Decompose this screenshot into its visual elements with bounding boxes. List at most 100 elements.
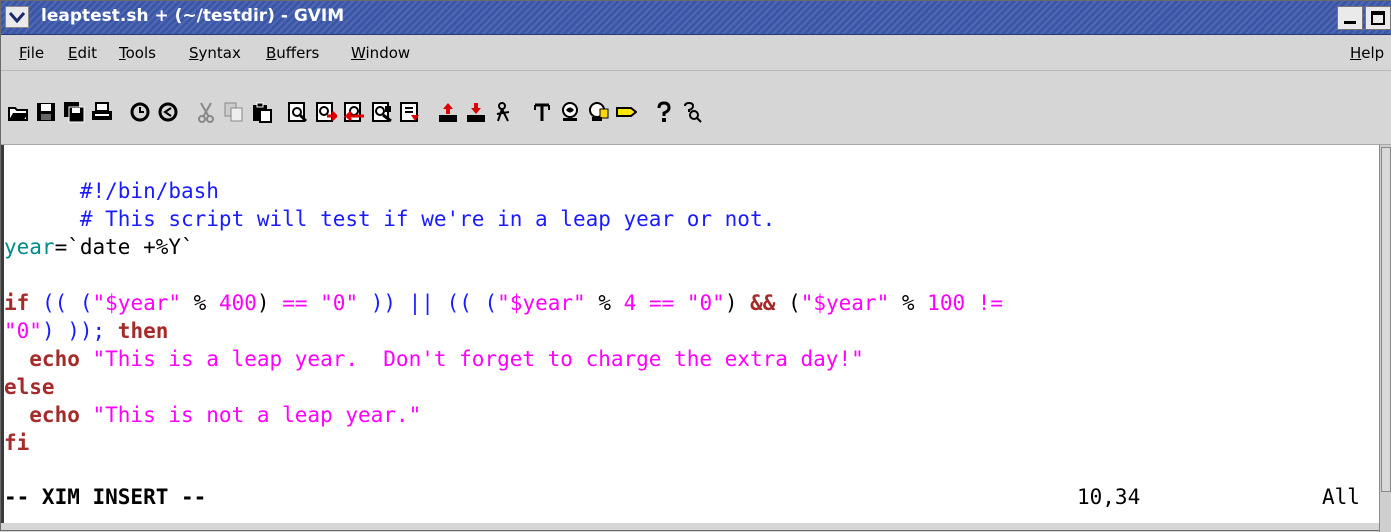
keyword-echo: echo	[4, 347, 80, 371]
code-line-6: if (( ("$year" % 400) == "0" )) || (( ("…	[4, 289, 1003, 317]
code-line-9: else	[4, 373, 55, 401]
vertical-scrollbar[interactable]	[1379, 145, 1391, 532]
minimize-button[interactable]	[1337, 6, 1363, 30]
code-line-4: year=`date +%Y`	[4, 233, 194, 261]
code-token: )	[724, 291, 751, 315]
keyword-if: if	[4, 291, 30, 315]
scrollbar-thumb[interactable]	[1381, 147, 1391, 492]
keyword-echo: echo	[4, 403, 80, 427]
open-icon	[8, 107, 28, 121]
copy-icon	[224, 102, 243, 122]
replace-button[interactable]	[371, 101, 393, 123]
make-icon	[496, 102, 510, 122]
code-line-2: # This script will test if we're in a le…	[4, 177, 775, 231]
build-tags-button[interactable]	[531, 101, 553, 123]
code-line-11: fi	[4, 429, 29, 457]
make-button[interactable]	[493, 101, 515, 123]
variable-name: year	[4, 235, 55, 259]
maximize-icon	[1371, 11, 1385, 25]
window-menu-button[interactable]	[5, 6, 29, 28]
code-token: "$year"	[800, 291, 890, 315]
menu-tools[interactable]: Tools	[119, 44, 156, 62]
tag-button[interactable]	[615, 101, 637, 123]
open-button[interactable]	[7, 101, 29, 123]
find-help-icon	[684, 101, 702, 123]
undo-icon	[130, 102, 150, 122]
copy-button[interactable]	[223, 101, 245, 123]
find-next-icon	[316, 102, 337, 122]
code-token: &&	[750, 291, 776, 315]
toolbar	[1, 71, 1391, 145]
save-button[interactable]	[35, 101, 57, 123]
code-token: ==	[282, 291, 308, 315]
code-token: (( (	[29, 291, 93, 315]
code-token: "0"	[4, 319, 42, 343]
find-prev-button[interactable]	[343, 101, 365, 123]
title-bar[interactable]: leaptest.sh + (~/testdir) - GVIM	[1, 1, 1391, 35]
print-icon	[92, 102, 112, 120]
cursor-position: 10,34	[1077, 485, 1141, 509]
script-comment: # This script will test if we're in a le…	[79, 207, 776, 231]
window-title: leaptest.sh + (~/testdir) - GVIM	[41, 6, 345, 26]
save-all-icon	[64, 102, 85, 123]
find-prev-icon	[343, 102, 364, 122]
save-all-button[interactable]	[63, 101, 85, 123]
echo-string: "This is a leap year. Don't forget to ch…	[79, 347, 864, 371]
code-token: %	[585, 291, 624, 315]
find-help-button[interactable]	[681, 101, 703, 123]
variable-assignment: =`date +%Y`	[54, 235, 194, 259]
print-button[interactable]	[91, 101, 113, 123]
menu-edit[interactable]: Edit	[68, 44, 97, 62]
shell-icon	[562, 102, 578, 121]
menu-syntax[interactable]: Syntax	[189, 44, 241, 62]
redo-button[interactable]	[157, 101, 179, 123]
keyword-then: then	[105, 319, 169, 343]
keyword-fi: fi	[4, 431, 30, 455]
code-token: )	[256, 291, 283, 315]
tag-icon	[616, 107, 637, 117]
code-token: )) || (( (	[358, 291, 498, 315]
undo-button[interactable]	[129, 101, 151, 123]
code-token: !=	[965, 291, 1004, 315]
shell-button[interactable]	[559, 101, 581, 123]
save-icon	[37, 103, 55, 121]
editor-text-area[interactable]: #!/bin/bash # This script will test if w…	[1, 145, 1379, 523]
find-button[interactable]	[287, 101, 309, 123]
code-token: %	[889, 291, 928, 315]
keyword-else: else	[4, 375, 55, 399]
build-tags-icon	[534, 103, 550, 121]
code-token: "$year"	[497, 291, 586, 315]
save-session-button[interactable]	[437, 101, 459, 123]
code-line-1: #!/bin/bash	[4, 149, 219, 203]
tag-jump-icon	[589, 102, 609, 121]
code-token: ) ));	[41, 319, 106, 343]
code-token: "0"	[686, 291, 725, 315]
code-token: "$year"	[92, 291, 182, 315]
menu-window[interactable]: Window	[351, 44, 410, 62]
load-session-icon	[400, 102, 419, 122]
code-line-10: echo "This is not a leap year."	[4, 401, 421, 429]
cut-button[interactable]	[195, 101, 217, 123]
gvim-window: leaptest.sh + (~/testdir) - GVIM File Ed…	[0, 0, 1391, 532]
echo-string: "This is not a leap year."	[79, 403, 422, 427]
paste-button[interactable]	[251, 101, 273, 123]
replace-icon	[372, 102, 392, 123]
mode-indicator: -- XIM INSERT --	[4, 485, 207, 509]
code-token: (	[775, 291, 801, 315]
maximize-button[interactable]	[1365, 6, 1391, 30]
menu-buffers[interactable]: Buffers	[266, 44, 319, 62]
tag-jump-button[interactable]	[587, 101, 609, 123]
help-button[interactable]	[653, 101, 675, 123]
code-token: 100	[927, 291, 966, 315]
code-token: %	[181, 291, 219, 315]
find-next-button[interactable]	[315, 101, 337, 123]
menu-bar: File Edit Tools Syntax Buffers Window He…	[1, 35, 1391, 71]
menu-file[interactable]: File	[19, 44, 44, 62]
run-script-button[interactable]	[465, 101, 487, 123]
save-session-icon	[439, 103, 457, 122]
menu-help[interactable]: Help	[1350, 44, 1384, 62]
code-token: "0"	[320, 291, 359, 315]
load-session-button[interactable]	[399, 101, 421, 123]
